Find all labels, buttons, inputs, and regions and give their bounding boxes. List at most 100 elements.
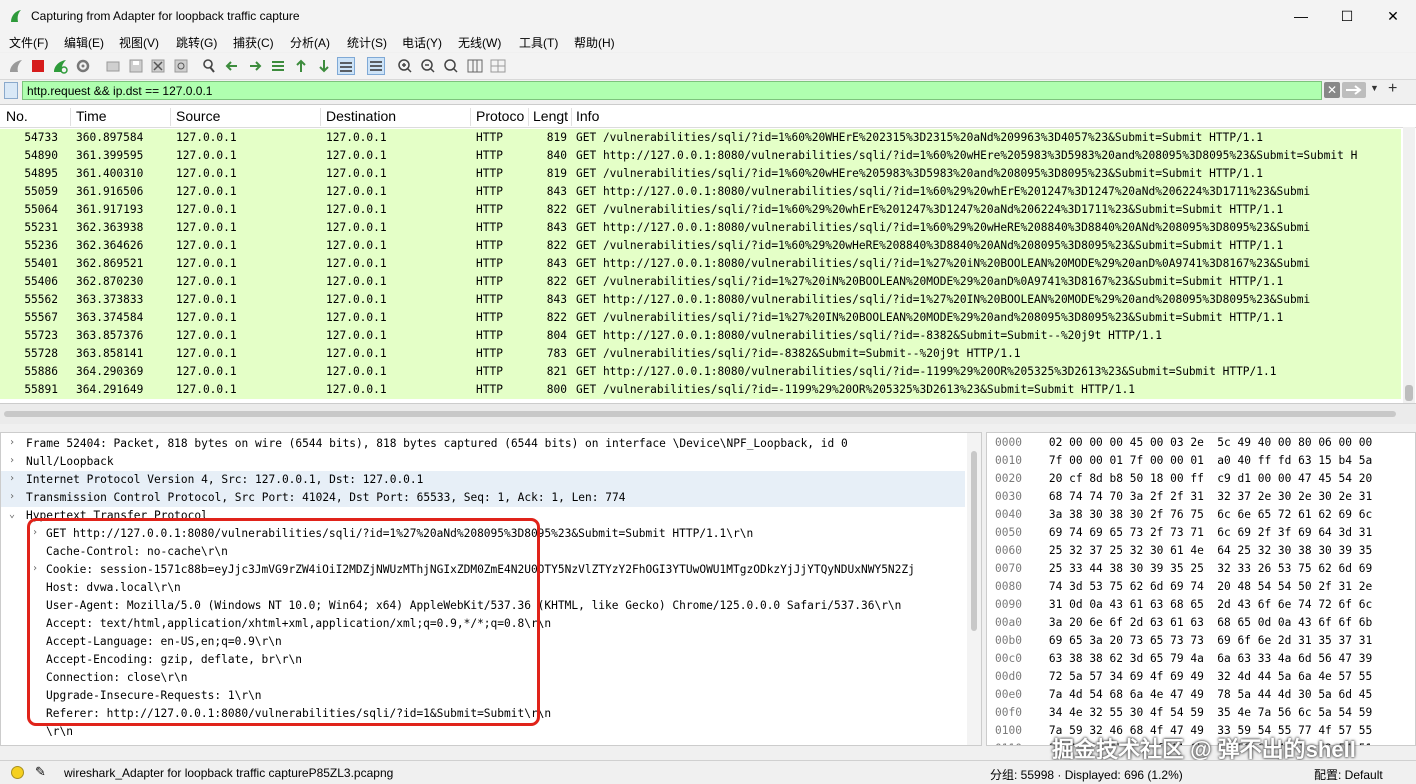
hex-row[interactable]: 0040 3a 38 30 38 30 2f 76 75 6c 6e 65 72… [995,508,1372,526]
pkt-source: 127.0.0.1 [176,293,237,306]
packet-row[interactable]: 55236 362.364626 127.0.0.1 127.0.0.1 HTTP 822… [0,237,1401,255]
hex-row[interactable]: 0010 7f 00 00 01 7f 00 00 01 a0 40 ff fd… [995,454,1372,472]
hex-row[interactable]: 00a0 3a 20 6e 6f 2d 63 61 63 68 65 0d 0a… [995,616,1372,634]
hex-row[interactable]: 0020 20 cf 8d b8 50 18 00 ff c9 d1 00 00… [995,472,1372,490]
restart-capture-icon[interactable] [51,57,69,75]
expander-arrow-icon[interactable]: › [9,455,15,466]
close-window-button[interactable]: ✕ [1370,0,1416,32]
clear-filter-icon[interactable]: ✕ [1324,82,1340,98]
menu-tools[interactable]: 工具(T) [519,34,558,51]
normal-size-icon[interactable] [442,57,460,75]
col-source[interactable]: Source [176,108,321,126]
column-layout-icon[interactable] [489,57,507,75]
resize-columns-icon[interactable] [466,57,484,75]
col-protocol[interactable]: Protoco [476,108,529,126]
col-length[interactable]: Lengt [533,108,572,126]
hex-row[interactable]: 00c0 63 38 38 62 3d 65 79 4a 6a 63 33 4a… [995,652,1372,670]
col-info[interactable]: Info [576,108,976,126]
packet-row[interactable]: 54895 361.400310 127.0.0.1 127.0.0.1 HTTP 819… [0,165,1401,183]
expander-arrow-icon[interactable]: › [9,491,15,502]
col-destination[interactable]: Destination [326,108,471,126]
expander-arrow-icon[interactable]: › [9,473,15,484]
packet-row[interactable]: 55231 362.363938 127.0.0.1 127.0.0.1 HTTP 843… [0,219,1401,237]
go-to-packet-icon[interactable] [269,57,287,75]
expander-arrow-icon[interactable]: › [9,437,15,448]
hex-row[interactable]: 0050 69 74 69 65 73 2f 73 71 6c 69 2f 3f… [995,526,1372,544]
reload-icon[interactable] [172,57,190,75]
menu-telephony[interactable]: 电话(Y) [402,34,442,51]
find-packet-icon[interactable] [200,57,218,75]
protocol-tree-item[interactable]: › Internet Protocol Version 4, Src: 127.0… [1,471,965,489]
menu-help[interactable]: 帮助(H) [574,34,615,51]
hex-row[interactable]: 0090 31 0d 0a 43 61 63 68 65 2d 43 6f 6e… [995,598,1372,616]
packet-row[interactable]: 55562 363.373833 127.0.0.1 127.0.0.1 HTTP 843… [0,291,1401,309]
pkt-info: GET /vulnerabilities/sqli/?id=1%27%20IN%… [576,311,1284,324]
capture-status-led-icon[interactable] [11,766,24,779]
maximize-button[interactable]: ☐ [1324,0,1370,32]
protocol-tree-item[interactable]: › Null/Loopback [1,453,965,471]
hex-row[interactable]: 0060 25 32 37 25 32 30 61 4e 64 25 32 30… [995,544,1372,562]
hex-row[interactable]: 0070 25 33 44 38 30 39 35 25 32 33 26 53… [995,562,1372,580]
go-first-icon[interactable] [292,57,310,75]
stop-square-icon[interactable] [29,57,47,75]
protocol-tree-item[interactable]: › Transmission Control Protocol, Src Port… [1,489,965,507]
packet-row[interactable]: 55401 362.869521 127.0.0.1 127.0.0.1 HTTP 843… [0,255,1401,273]
packet-row[interactable]: 55723 363.857376 127.0.0.1 127.0.0.1 HTTP 804… [0,327,1401,345]
hex-row[interactable]: 0030 68 74 74 70 3a 2f 2f 31 32 37 2e 30… [995,490,1372,508]
menu-capture[interactable]: 捕获(C) [233,34,274,51]
display-filter-input[interactable]: http.request && ip.dst == 127.0.0.1 [22,81,1322,100]
menu-go[interactable]: 跳转(G) [176,34,217,51]
hex-bytes: 25 32 37 25 32 30 61 4e 64 25 32 30 38 3… [1048,544,1373,557]
packet-bytes-pane[interactable]: 0000 02 00 00 00 45 00 03 2e 5c 49 40 00… [986,432,1416,746]
capture-options-gear-icon[interactable] [74,57,92,75]
packet-row[interactable]: 54890 361.399595 127.0.0.1 127.0.0.1 HTTP 840… [0,147,1401,165]
details-scrollbar[interactable] [967,433,981,745]
apply-filter-arrow-icon[interactable] [1342,82,1366,98]
menu-view[interactable]: 视图(V) [119,34,159,51]
expander-arrow-icon[interactable]: ⌄ [9,509,15,520]
packet-row[interactable]: 55064 361.917193 127.0.0.1 127.0.0.1 HTTP 822… [0,201,1401,219]
filter-bookmark-icon[interactable] [4,82,18,99]
go-back-icon[interactable] [223,57,241,75]
protocol-tree-item[interactable]: › Frame 52404: Packet, 818 bytes on wire … [1,435,965,453]
profile-selector[interactable]: 配置: Default [1314,766,1383,783]
hex-row[interactable]: 00e0 7a 4d 54 68 6a 4e 47 49 78 5a 44 4d… [995,688,1372,706]
menu-analyze[interactable]: 分析(A) [290,34,330,51]
shark-fin-start-icon[interactable] [7,57,25,75]
close-file-icon[interactable] [149,57,167,75]
save-file-icon[interactable] [127,57,145,75]
packet-row[interactable]: 54733 360.897584 127.0.0.1 127.0.0.1 HTTP 819… [0,129,1401,147]
colorize-icon[interactable] [367,57,385,75]
packet-row[interactable]: 55059 361.916506 127.0.0.1 127.0.0.1 HTTP 843… [0,183,1401,201]
go-forward-icon[interactable] [246,57,264,75]
hex-row[interactable]: 00f0 34 4e 32 55 30 4f 54 59 35 4e 7a 56… [995,706,1372,724]
hex-row[interactable]: 0080 74 3d 53 75 62 6d 69 74 20 48 54 54… [995,580,1372,598]
filter-history-dropdown-icon[interactable]: ▼ [1370,83,1379,93]
packet-list[interactable]: No. Time Source Destination Protoco Leng… [0,104,1416,404]
zoom-in-icon[interactable] [396,57,414,75]
autoscroll-icon[interactable] [337,57,355,75]
packet-list-horizontal-scrollbar[interactable] [0,404,1416,424]
packet-row[interactable]: 55406 362.870230 127.0.0.1 127.0.0.1 HTTP 822… [0,273,1401,291]
minimize-button[interactable]: — [1278,0,1324,32]
add-filter-button-icon[interactable]: + [1388,80,1397,98]
hex-row[interactable]: 00d0 72 5a 57 34 69 4f 69 49 32 4d 44 5a… [995,670,1372,688]
packet-row[interactable]: 55891 364.291649 127.0.0.1 127.0.0.1 HTTP 800… [0,381,1401,399]
expert-info-edit-icon[interactable]: ✎ [35,764,46,780]
menu-statistics[interactable]: 统计(S) [347,34,387,51]
menu-wireless[interactable]: 无线(W) [458,34,501,51]
packet-row[interactable]: 55886 364.290369 127.0.0.1 127.0.0.1 HTTP 821… [0,363,1401,381]
hex-row[interactable]: 0000 02 00 00 00 45 00 03 2e 5c 49 40 00… [995,436,1372,454]
pkt-destination: 127.0.0.1 [326,347,387,360]
open-file-icon[interactable] [104,57,122,75]
col-no[interactable]: No. [6,108,71,126]
packet-row[interactable]: 55567 363.374584 127.0.0.1 127.0.0.1 HTTP 822… [0,309,1401,327]
menu-file[interactable]: 文件(F) [9,34,48,51]
go-last-icon[interactable] [315,57,333,75]
hex-row[interactable]: 00b0 69 65 3a 20 73 65 73 73 69 6f 6e 2d… [995,634,1372,652]
zoom-out-icon[interactable] [419,57,437,75]
packet-row[interactable]: 55728 363.858141 127.0.0.1 127.0.0.1 HTTP 783… [0,345,1401,363]
packet-list-scrollbar[interactable] [1403,127,1415,403]
menu-edit[interactable]: 编辑(E) [64,34,104,51]
col-time[interactable]: Time [76,108,171,126]
